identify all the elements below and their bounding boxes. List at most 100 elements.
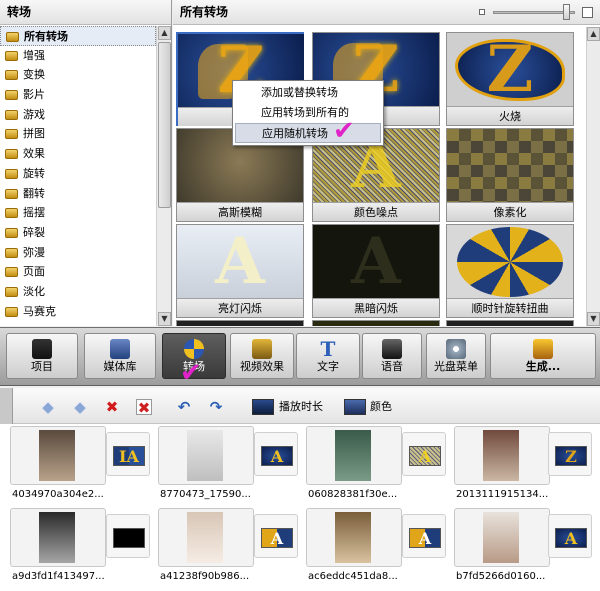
photo-clip[interactable] [306, 508, 402, 567]
undo-icon[interactable]: ↶ [176, 399, 192, 415]
folder-icon [5, 306, 18, 317]
category-item[interactable]: 游戏 [0, 105, 156, 125]
context-menu: 添加或替换转场 应用转场到所有的 应用随机转场 [232, 80, 384, 146]
duration-label[interactable]: 播放时长 [279, 399, 323, 415]
toolbar-button[interactable]: 媒体库 [84, 333, 156, 379]
transition-label: 高斯模糊 [177, 202, 303, 221]
delete-icon[interactable]: ✖ [104, 399, 120, 415]
transition-tile[interactable]: A 黑暗闪烁 [312, 224, 440, 318]
category-item[interactable]: 页面 [0, 262, 156, 282]
photo-filename: 8770473_17590... [160, 489, 251, 500]
transition-tile[interactable]: Z 火烧 [446, 32, 574, 126]
folder-icon [5, 227, 18, 238]
transition-tile[interactable]: 顺时针旋转扭曲 [446, 224, 574, 318]
context-menu-item[interactable]: 应用随机转场 [235, 123, 381, 143]
folder-icon [5, 109, 18, 120]
transition-tile[interactable]: A 亮灯闪烁 [176, 224, 304, 318]
storyboard-panel: ◆ ◆ ✖ ✖ ↶ ↷ 播放时长 颜色 4034970a304e2... IA 87… [0, 388, 600, 591]
toolbar-button-label: 媒体库 [103, 360, 137, 373]
category-item[interactable]: 马赛克 [0, 302, 156, 322]
transition-slot[interactable] [106, 514, 150, 558]
category-item[interactable]: 所有转场 [0, 26, 156, 46]
transition-tile[interactable] [312, 320, 440, 326]
category-label: 页面 [23, 265, 45, 279]
transition-thumbnail: Z [447, 33, 573, 106]
magic-icon [252, 339, 272, 359]
category-item[interactable]: 碎裂 [0, 223, 156, 243]
gallery-scrollbar[interactable]: ▲ ▼ [586, 27, 600, 326]
category-item[interactable]: 摇摆 [0, 203, 156, 223]
scroll-up-button[interactable]: ▲ [158, 26, 171, 40]
transition-thumbnail [447, 225, 573, 298]
photo-clip[interactable] [306, 426, 402, 485]
category-scrollbar[interactable]: ▲ ▼ [156, 26, 171, 326]
photo-filename: a41238f90b986... [160, 571, 250, 582]
transition-slot[interactable]: A [254, 432, 298, 476]
scroll-thumb[interactable] [158, 42, 171, 208]
disc-icon [446, 339, 466, 359]
photo-thumbnail [39, 430, 75, 481]
toolbar-button[interactable]: 视频效果 [230, 333, 294, 379]
transition-slot[interactable]: A [402, 432, 446, 476]
transition-label: 颜色噪点 [313, 202, 439, 221]
transition-slot[interactable]: IA [106, 432, 150, 476]
category-item[interactable]: 增强 [0, 46, 156, 66]
category-label: 马赛克 [23, 304, 56, 318]
zoom-slider-handle[interactable] [562, 4, 570, 20]
toolbar-button[interactable]: T 文字 [296, 333, 360, 379]
transition-slot[interactable]: A [548, 514, 592, 558]
transition-preview: A [261, 528, 293, 548]
toolbar-button[interactable]: 项目 [6, 333, 78, 379]
toolbar-button[interactable]: 光盘菜单 [426, 333, 486, 379]
photo-clip[interactable] [454, 508, 550, 567]
photo-clip[interactable] [10, 426, 106, 485]
toolbar-button-label: 项目 [31, 360, 53, 373]
transition-preview: A [555, 528, 587, 548]
transition-tile[interactable]: 像素化 [446, 128, 574, 222]
folder-icon [5, 70, 18, 81]
color-label[interactable]: 颜色 [370, 399, 392, 415]
category-item[interactable]: 影片 [0, 85, 156, 105]
category-label: 翻转 [23, 186, 45, 200]
move-left-icon[interactable]: ◆ [40, 399, 56, 415]
photo-clip[interactable] [158, 508, 254, 567]
transition-thumbnail: A [313, 225, 439, 298]
transition-slot[interactable]: A [402, 514, 446, 558]
gallery-scroll-down-button[interactable]: ▼ [587, 312, 600, 326]
transition-thumbnail [447, 129, 573, 202]
category-item[interactable]: 拼图 [0, 124, 156, 144]
photo-clip[interactable] [454, 426, 550, 485]
context-menu-item[interactable]: 添加或替换转场 [235, 83, 381, 103]
context-menu-item[interactable]: 应用转场到所有的 [235, 103, 381, 123]
duration-icon[interactable] [252, 399, 274, 415]
toolbar-button[interactable]: 生成... [490, 333, 596, 379]
category-item[interactable]: 旋转 [0, 164, 156, 184]
transition-slot[interactable]: A [254, 514, 298, 558]
redo-icon[interactable]: ↷ [208, 399, 224, 415]
category-item[interactable]: 淡化 [0, 282, 156, 302]
category-label: 碎裂 [23, 225, 45, 239]
transition-tile[interactable] [176, 320, 304, 326]
photo-clip[interactable] [158, 426, 254, 485]
toolbar-button[interactable]: 语音 [362, 333, 422, 379]
gallery-scroll-up-button[interactable]: ▲ [587, 27, 600, 41]
transition-slot[interactable]: Z [548, 432, 592, 476]
photo-clip[interactable] [10, 508, 106, 567]
category-item[interactable]: 弥漫 [0, 243, 156, 263]
move-right-icon[interactable]: ◆ [72, 399, 88, 415]
photo-thumbnail [335, 512, 371, 563]
category-item[interactable]: 变换 [0, 65, 156, 85]
folder-icon [6, 32, 19, 42]
category-label: 变换 [23, 68, 45, 82]
scroll-down-button[interactable]: ▼ [158, 312, 171, 326]
remove-transition-icon[interactable]: ✖ [136, 399, 152, 416]
category-item[interactable]: 翻转 [0, 184, 156, 204]
storyboard-collapse-handle[interactable] [0, 388, 13, 424]
main-toolbar: 项目 媒体库 转场 视频效果 T 文字 语音 光盘菜单 生成... [0, 327, 600, 386]
transition-tile[interactable] [446, 320, 574, 326]
color-icon[interactable] [344, 399, 366, 415]
photo-thumbnail [187, 512, 223, 563]
folder-icon [5, 208, 18, 219]
transition-grid: Z燃Z化Z火烧高斯模糊A颜色噪点像素化A亮灯闪烁A黑暗闪烁顺时针旋转扭曲 [173, 27, 585, 326]
category-item[interactable]: 效果 [0, 144, 156, 164]
